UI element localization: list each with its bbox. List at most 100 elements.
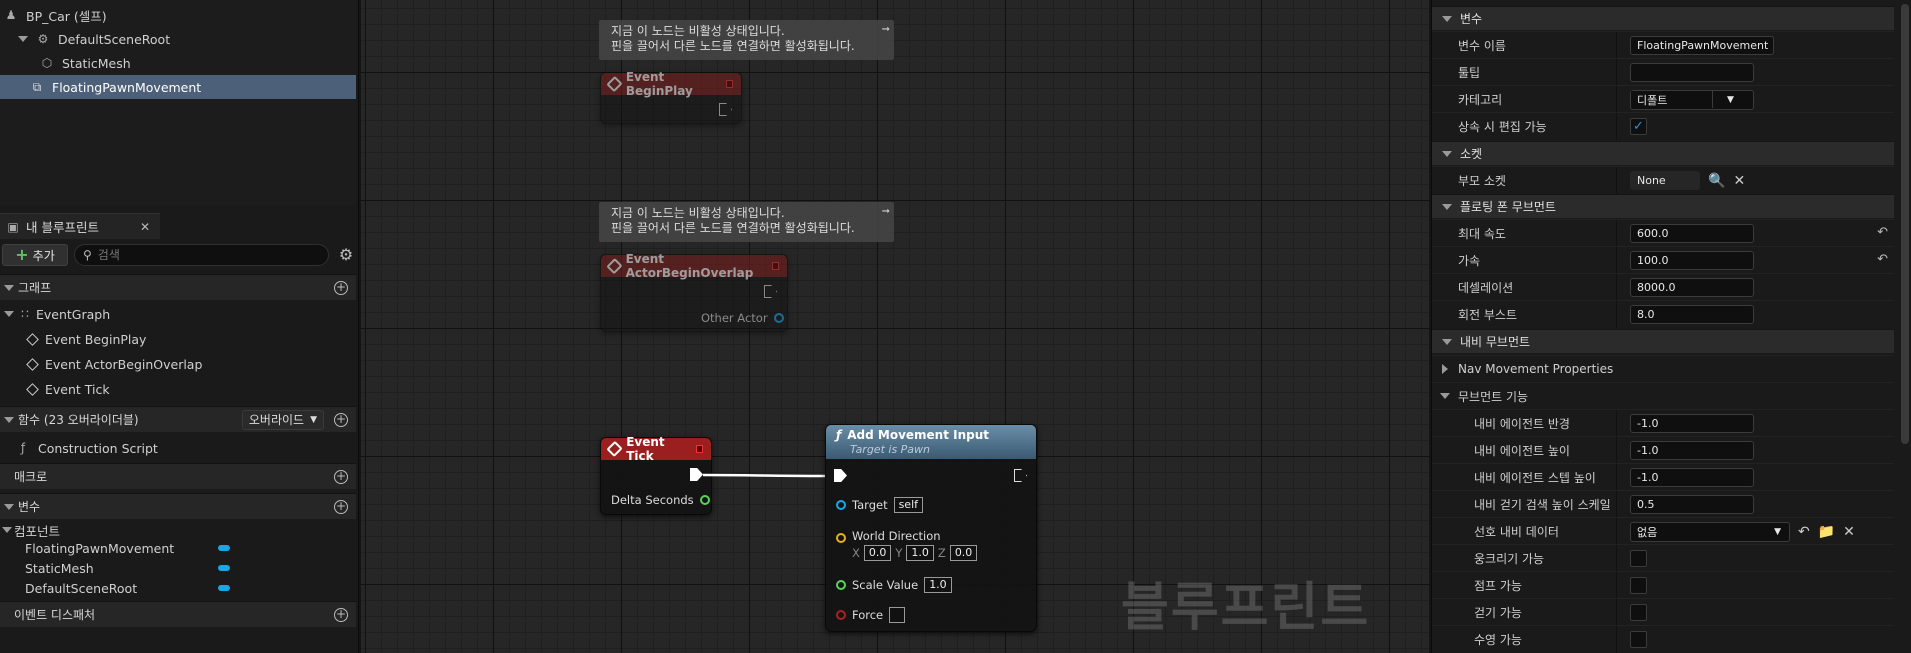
component-item-staticmesh[interactable]: ⬡ StaticMesh xyxy=(0,51,356,75)
world-direction-pin[interactable]: World Direction X 0.0 Y 1.0 Z 0.0 xyxy=(836,529,978,561)
row-label: Nav Movement Properties xyxy=(1458,362,1614,376)
reset-to-default-icon[interactable]: ↶ xyxy=(1877,252,1888,267)
reset-to-default-icon[interactable]: ↶ xyxy=(1877,225,1888,240)
agent-height-field[interactable]: -1.0 xyxy=(1630,441,1754,460)
section-label: 함수 (23 오버라이더블) xyxy=(18,413,139,427)
y-input[interactable]: 1.0 xyxy=(906,545,934,561)
z-input[interactable]: 0.0 xyxy=(949,545,978,561)
collapse-arrow-icon[interactable] xyxy=(1440,393,1450,399)
target-value[interactable]: self xyxy=(893,497,924,513)
can-swim-checkbox[interactable] xyxy=(1630,631,1647,648)
x-input[interactable]: 0.0 xyxy=(863,545,892,561)
clear-icon[interactable]: ✕ xyxy=(1733,173,1745,189)
target-pin[interactable]: Target self xyxy=(836,497,924,513)
gear-icon[interactable]: ⚙ xyxy=(337,246,355,264)
browse-asset-icon[interactable]: 📁 xyxy=(1818,524,1835,540)
search-input[interactable] xyxy=(97,248,298,262)
event-graph-canvas[interactable]: 지금 이 노드는 비활성 상태입니다. 핀을 끌어서 다른 노드를 연결하면 활… xyxy=(361,0,1429,653)
collapse-arrow-icon xyxy=(4,311,14,317)
pin-label: Scale Value xyxy=(852,578,919,592)
component-root[interactable]: ♟ BP_Car (셀프) xyxy=(0,3,356,27)
category-variable[interactable]: 변수 xyxy=(1432,6,1894,30)
node-title-bar[interactable]: ƒ Add Movement Input Target is Pawn xyxy=(826,425,1036,459)
walk-search-height-field[interactable]: 0.5 xyxy=(1630,495,1754,514)
add-button-label: 추가 xyxy=(32,248,55,263)
can-jump-checkbox[interactable] xyxy=(1630,577,1647,594)
event-item-actorbeginoverlap[interactable]: Event ActorBeginOverlap xyxy=(0,354,356,374)
component-item-defaultsceneroot[interactable]: ⚙ DefaultSceneRoot xyxy=(0,27,356,51)
section-graphs[interactable]: 그래프 + xyxy=(0,274,356,300)
exec-in-pin[interactable] xyxy=(834,469,847,482)
scale-input[interactable]: 1.0 xyxy=(924,577,952,593)
expand-arrow-icon[interactable] xyxy=(1442,364,1448,374)
parent-socket-field[interactable]: None xyxy=(1630,171,1700,190)
add-macro-icon[interactable]: + xyxy=(334,469,348,484)
tab-my-blueprint[interactable]: ▣ 내 블루프린트 ✕ xyxy=(0,213,160,239)
can-crouch-checkbox[interactable] xyxy=(1630,550,1647,567)
override-dropdown[interactable]: 오버라이드 ▼ xyxy=(241,409,324,430)
force-pin[interactable]: Force xyxy=(836,607,906,623)
section-functions[interactable]: 함수 (23 오버라이더블) 오버라이드 ▼ + xyxy=(0,406,356,432)
agent-radius-field[interactable]: -1.0 xyxy=(1630,414,1754,433)
event-item-beginplay[interactable]: Event BeginPlay xyxy=(0,329,356,349)
collapse-arrow-icon xyxy=(4,416,14,423)
preferred-nav-data-dropdown[interactable]: 없음 ▼ xyxy=(1630,521,1790,542)
can-walk-checkbox[interactable] xyxy=(1630,604,1647,621)
row-movement-capabilities[interactable]: 무브먼트 기능 xyxy=(1432,382,1894,409)
tooltip-field[interactable] xyxy=(1630,63,1754,82)
browse-socket-icon[interactable]: 🔍 xyxy=(1708,173,1725,189)
event-graph-item[interactable]: ∷ EventGraph xyxy=(0,304,356,324)
node-add-movement-input[interactable]: ƒ Add Movement Input Target is Pawn Targ… xyxy=(825,424,1037,632)
search-box[interactable]: ⚲ xyxy=(74,244,329,266)
section-variables[interactable]: 변수 + xyxy=(0,493,356,519)
variable-item[interactable]: FloatingPawnMovement xyxy=(0,538,356,558)
acceleration-field[interactable]: 100.0 xyxy=(1630,251,1754,270)
section-macros[interactable]: 매크로 + xyxy=(0,463,356,489)
variable-item[interactable]: StaticMesh xyxy=(0,558,356,578)
category-socket[interactable]: 소켓 xyxy=(1432,141,1894,165)
close-icon[interactable]: ✕ xyxy=(140,220,150,234)
float-pin-icon[interactable] xyxy=(836,580,846,590)
category-dropdown[interactable]: 디폴트 ▼ xyxy=(1630,89,1754,110)
force-checkbox[interactable] xyxy=(889,607,906,623)
variable-name-field[interactable]: FloatingPawnMovement xyxy=(1630,36,1774,55)
plus-icon: + xyxy=(15,245,29,264)
pin-label: Force xyxy=(852,608,884,622)
component-item-floatingpawnmovement[interactable]: ⧉ FloatingPawnMovement xyxy=(0,75,356,99)
add-function-icon[interactable]: + xyxy=(334,412,348,427)
variable-item[interactable]: DefaultSceneRoot xyxy=(0,578,356,598)
variable-category-components[interactable]: 컴포넌트 xyxy=(0,520,356,540)
deceleration-field[interactable]: 8000.0 xyxy=(1630,278,1754,297)
event-item-tick[interactable]: Event Tick xyxy=(0,379,356,399)
vector-pin-icon[interactable] xyxy=(836,533,846,543)
use-selected-icon[interactable]: ↶ xyxy=(1798,524,1810,540)
clear-icon[interactable]: ✕ xyxy=(1843,524,1855,540)
add-button[interactable]: + 추가 xyxy=(2,244,68,266)
object-pin-icon[interactable] xyxy=(836,500,846,510)
category-floating-pawn-movement[interactable]: 플로팅 폰 무브먼트 xyxy=(1432,194,1894,218)
category-nav-movement[interactable]: 내비 무브먼트 xyxy=(1432,329,1894,353)
pin-label: Target xyxy=(852,498,888,512)
row-parent-socket: 부모 소켓 None 🔍 ✕ xyxy=(1432,166,1894,194)
turning-boost-field[interactable]: 8.0 xyxy=(1630,305,1754,324)
expand-arrow-icon[interactable] xyxy=(18,36,28,42)
row-nav-movement-properties[interactable]: Nav Movement Properties xyxy=(1432,355,1894,382)
row-label: 웅크리기 가능 xyxy=(1474,551,1545,566)
add-dispatcher-icon[interactable]: + xyxy=(334,607,348,622)
category-value[interactable]: 디폴트 xyxy=(1631,91,1713,108)
exec-out-pin[interactable] xyxy=(1014,469,1027,482)
scale-value-pin[interactable]: Scale Value 1.0 xyxy=(836,577,952,593)
section-event-dispatchers[interactable]: 이벤트 디스패처 + xyxy=(0,601,356,627)
variable-type-pill xyxy=(218,545,230,551)
agent-step-height-field[interactable]: -1.0 xyxy=(1630,468,1754,487)
collapse-arrow-icon xyxy=(1442,338,1452,345)
details-scrollbar[interactable] xyxy=(1901,4,1909,444)
add-graph-icon[interactable]: + xyxy=(334,280,348,295)
editable-checkbox[interactable]: ✓ xyxy=(1630,118,1647,135)
function-item-construction-script[interactable]: ƒ Construction Script xyxy=(0,438,356,458)
collapse-arrow-icon xyxy=(1442,150,1452,157)
category-label: 플로팅 폰 무브먼트 xyxy=(1460,200,1556,214)
bool-pin-icon[interactable] xyxy=(836,610,846,620)
max-speed-field[interactable]: 600.0 xyxy=(1630,224,1754,243)
add-variable-icon[interactable]: + xyxy=(334,499,348,514)
